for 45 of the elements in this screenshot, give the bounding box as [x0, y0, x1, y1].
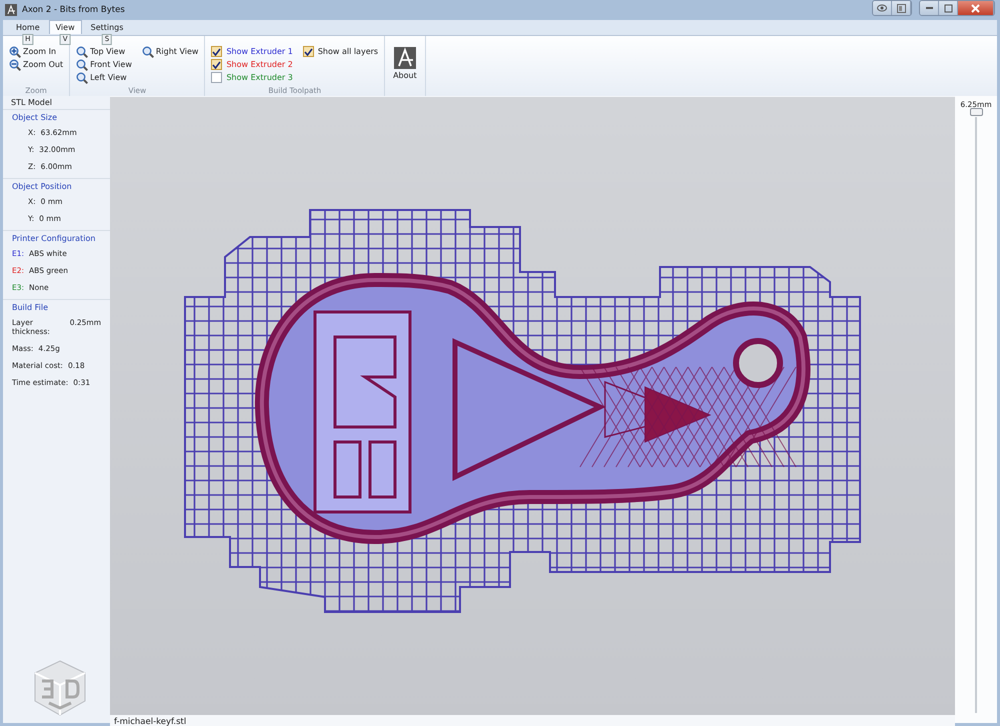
ribbon-tab[interactable]: Settings	[84, 20, 130, 34]
zoom-in-icon	[9, 46, 21, 58]
close-button[interactable]	[958, 1, 994, 15]
search-icon	[76, 72, 88, 84]
app-logo-icon	[5, 4, 17, 16]
panel-title: STL Model	[10, 97, 53, 109]
check-icon	[304, 48, 313, 56]
window-title: Axon 2 - Bits from Bytes	[22, 5, 125, 15]
panel-button[interactable]	[892, 1, 911, 15]
close-icon	[971, 4, 980, 12]
logo-icon	[394, 47, 416, 69]
section-heading: Build File	[11, 302, 50, 314]
checkbox-label[interactable]: Show Extruder 2	[226, 60, 293, 69]
checkbox[interactable]	[211, 72, 222, 83]
ribbon-button[interactable]: Front View	[74, 58, 134, 71]
ribbon-tab[interactable]: View	[48, 20, 82, 34]
ribbon-button[interactable]: Zoom In	[7, 45, 66, 58]
checkbox-label[interactable]: Show Extruder 1	[226, 47, 293, 56]
minimize-icon	[926, 7, 932, 9]
section-heading: Object Size	[11, 112, 58, 124]
zoom-out-icon	[9, 58, 21, 70]
section-heading: Object Position	[11, 181, 73, 193]
file-name: f-michael-keyf.stl	[110, 715, 955, 726]
ribbon-button[interactable]: Left View	[74, 71, 134, 84]
maximize-icon	[944, 4, 952, 12]
checkbox[interactable]	[211, 46, 222, 57]
search-icon	[76, 58, 88, 70]
search-icon	[142, 46, 154, 58]
panel-icon	[896, 4, 906, 12]
about-button[interactable]: About	[389, 45, 421, 82]
ribbon-tab[interactable]: Home	[9, 20, 47, 34]
checkbox-label[interactable]: Show Extruder 3	[226, 73, 293, 82]
minimize-button[interactable]	[920, 1, 939, 15]
layer-slider-thumb[interactable]	[970, 108, 983, 116]
checkbox[interactable]	[211, 59, 222, 70]
ribbon-button[interactable]: Right View	[140, 45, 200, 58]
ribbon-button[interactable]: Zoom Out	[7, 58, 66, 71]
checkbox[interactable]	[302, 46, 314, 57]
view-button[interactable]	[873, 1, 892, 15]
eye-icon	[877, 4, 887, 12]
maximize-button[interactable]	[939, 1, 958, 15]
ribbon-button[interactable]: Top View	[74, 45, 134, 58]
search-icon	[76, 46, 88, 58]
section-heading: Printer Configuration	[11, 233, 96, 245]
checkbox-label[interactable]: Show all layers	[318, 47, 378, 56]
